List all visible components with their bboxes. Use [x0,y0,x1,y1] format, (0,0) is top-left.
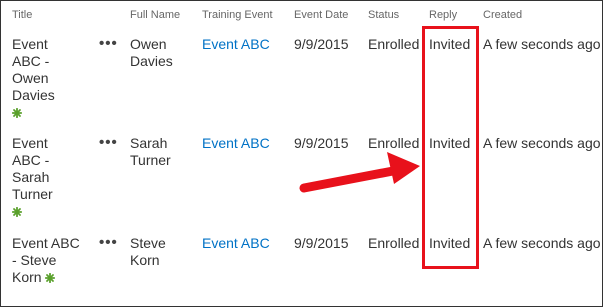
status-cell: Enrolled [368,235,420,251]
training-event-link[interactable]: Event ABC [202,235,270,252]
created-cell: A few seconds ago [483,235,601,251]
reply-cell: Invited [429,135,471,151]
item-menu-button[interactable]: ••• [99,234,118,251]
new-item-icon [45,273,56,284]
column-header-full-name[interactable]: Full Name [130,9,180,21]
status-cell: Enrolled [368,36,420,52]
column-header-created[interactable]: Created [483,9,522,21]
status-cell: Enrolled [368,135,420,151]
event-date-cell: 9/9/2015 [294,135,349,151]
item-title[interactable]: Event ABC - Steve Korn [12,235,82,286]
list-view: Title Full Name Training Event Event Dat… [0,0,603,307]
new-item-icon [12,108,22,119]
column-header-training-event[interactable]: Training Event [202,9,273,21]
column-header-reply[interactable]: Reply [429,9,457,21]
created-cell: A few seconds ago [483,135,601,151]
created-cell: A few seconds ago [483,36,601,52]
reply-cell: Invited [429,235,471,251]
item-menu-button[interactable]: ••• [99,35,118,52]
item-title[interactable]: Event ABC - Sarah Turner [12,135,74,220]
item-title[interactable]: Event ABC - Owen Davies [12,36,74,121]
column-header-status[interactable]: Status [368,9,399,21]
full-name-cell: Owen Davies [130,36,173,69]
event-date-cell: 9/9/2015 [294,36,349,52]
item-menu-button[interactable]: ••• [99,134,118,151]
reply-cell: Invited [429,36,471,52]
training-event-link[interactable]: Event ABC [202,36,270,53]
full-name-cell: Sarah Turner [130,135,171,168]
column-header-title[interactable]: Title [12,9,32,21]
event-date-cell: 9/9/2015 [294,235,349,251]
new-item-icon [12,207,22,218]
column-header-event-date[interactable]: Event Date [294,9,348,21]
full-name-cell: Steve Korn [130,235,166,268]
training-event-link[interactable]: Event ABC [202,135,270,152]
